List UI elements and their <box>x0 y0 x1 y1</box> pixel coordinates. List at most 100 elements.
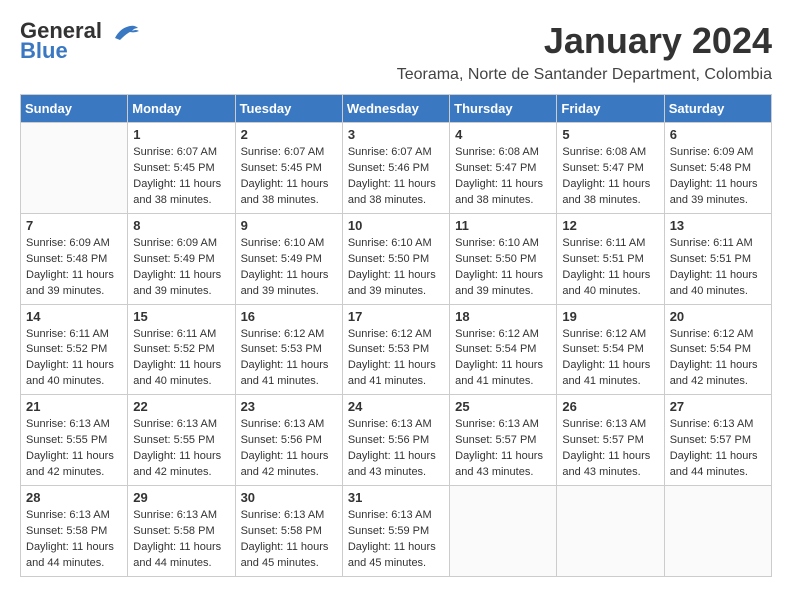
calendar-header-row: SundayMondayTuesdayWednesdayThursdayFrid… <box>21 95 772 123</box>
day-number: 18 <box>455 309 551 324</box>
calendar-cell: 23 Sunrise: 6:13 AM Sunset: 5:56 PM Dayli… <box>235 395 342 486</box>
calendar-cell: 7 Sunrise: 6:09 AM Sunset: 5:48 PM Daylig… <box>21 213 128 304</box>
day-number: 25 <box>455 399 551 414</box>
calendar-cell: 24 Sunrise: 6:13 AM Sunset: 5:56 PM Dayli… <box>342 395 449 486</box>
title-section: January 2024 Teorama, Norte de Santander… <box>397 20 772 84</box>
calendar-cell: 3 Sunrise: 6:07 AM Sunset: 5:46 PM Daylig… <box>342 123 449 214</box>
day-number: 26 <box>562 399 658 414</box>
day-info: Sunrise: 6:13 AM Sunset: 5:58 PM Dayligh… <box>26 508 122 572</box>
day-info: Sunrise: 6:09 AM Sunset: 5:49 PM Dayligh… <box>133 236 229 300</box>
day-number: 4 <box>455 127 551 142</box>
day-number: 20 <box>670 309 766 324</box>
day-info: Sunrise: 6:12 AM Sunset: 5:54 PM Dayligh… <box>455 327 551 391</box>
calendar-cell: 31 Sunrise: 6:13 AM Sunset: 5:59 PM Dayli… <box>342 486 449 577</box>
day-number: 2 <box>241 127 337 142</box>
day-info: Sunrise: 6:09 AM Sunset: 5:48 PM Dayligh… <box>26 236 122 300</box>
calendar-week-row: 1Sunrise: 6:07 AM Sunset: 5:45 PM Daylig… <box>21 123 772 214</box>
calendar-cell <box>557 486 664 577</box>
day-info: Sunrise: 6:10 AM Sunset: 5:50 PM Dayligh… <box>348 236 444 300</box>
calendar-header-monday: Monday <box>128 95 235 123</box>
day-info: Sunrise: 6:13 AM Sunset: 5:55 PM Dayligh… <box>133 417 229 481</box>
calendar-week-row: 28 Sunrise: 6:13 AM Sunset: 5:58 PM Dayli… <box>21 486 772 577</box>
day-number: 19 <box>562 309 658 324</box>
day-info: Sunrise: 6:12 AM Sunset: 5:54 PM Dayligh… <box>670 327 766 391</box>
calendar-cell: 11Sunrise: 6:10 AM Sunset: 5:50 PM Dayli… <box>450 213 557 304</box>
day-number: 22 <box>133 399 229 414</box>
calendar-cell: 22 Sunrise: 6:13 AM Sunset: 5:55 PM Dayli… <box>128 395 235 486</box>
calendar-header-saturday: Saturday <box>664 95 771 123</box>
day-info: Sunrise: 6:12 AM Sunset: 5:54 PM Dayligh… <box>562 327 658 391</box>
calendar-cell: 14 Sunrise: 6:11 AM Sunset: 5:52 PM Dayli… <box>21 304 128 395</box>
calendar-cell: 28 Sunrise: 6:13 AM Sunset: 5:58 PM Dayli… <box>21 486 128 577</box>
calendar-cell: 25 Sunrise: 6:13 AM Sunset: 5:57 PM Dayli… <box>450 395 557 486</box>
day-info: Sunrise: 6:11 AM Sunset: 5:52 PM Dayligh… <box>133 327 229 391</box>
day-number: 7 <box>26 218 122 233</box>
day-info: Sunrise: 6:07 AM Sunset: 5:45 PM Dayligh… <box>133 145 229 209</box>
day-info: Sunrise: 6:08 AM Sunset: 5:47 PM Dayligh… <box>455 145 551 209</box>
calendar-cell: 13Sunrise: 6:11 AM Sunset: 5:51 PM Dayli… <box>664 213 771 304</box>
calendar-cell: 17 Sunrise: 6:12 AM Sunset: 5:53 PM Dayli… <box>342 304 449 395</box>
day-number: 13 <box>670 218 766 233</box>
day-number: 9 <box>241 218 337 233</box>
calendar-header-tuesday: Tuesday <box>235 95 342 123</box>
calendar-cell <box>450 486 557 577</box>
logo-blue: Blue <box>20 40 140 62</box>
calendar-cell: 19 Sunrise: 6:12 AM Sunset: 5:54 PM Dayli… <box>557 304 664 395</box>
day-info: Sunrise: 6:13 AM Sunset: 5:58 PM Dayligh… <box>133 508 229 572</box>
day-number: 24 <box>348 399 444 414</box>
day-info: Sunrise: 6:08 AM Sunset: 5:47 PM Dayligh… <box>562 145 658 209</box>
calendar-cell: 16Sunrise: 6:12 AM Sunset: 5:53 PM Dayli… <box>235 304 342 395</box>
calendar-cell: 8Sunrise: 6:09 AM Sunset: 5:49 PM Daylig… <box>128 213 235 304</box>
calendar-cell: 20 Sunrise: 6:12 AM Sunset: 5:54 PM Dayli… <box>664 304 771 395</box>
day-number: 10 <box>348 218 444 233</box>
calendar-cell <box>664 486 771 577</box>
calendar-cell: 29 Sunrise: 6:13 AM Sunset: 5:58 PM Dayli… <box>128 486 235 577</box>
calendar-cell: 4 Sunrise: 6:08 AM Sunset: 5:47 PM Daylig… <box>450 123 557 214</box>
day-info: Sunrise: 6:11 AM Sunset: 5:51 PM Dayligh… <box>562 236 658 300</box>
calendar-header-sunday: Sunday <box>21 95 128 123</box>
day-number: 3 <box>348 127 444 142</box>
day-info: Sunrise: 6:12 AM Sunset: 5:53 PM Dayligh… <box>348 327 444 391</box>
page-header: General Blue January 2024 Teorama, Norte… <box>20 20 772 84</box>
day-info: Sunrise: 6:07 AM Sunset: 5:46 PM Dayligh… <box>348 145 444 209</box>
day-info: Sunrise: 6:13 AM Sunset: 5:57 PM Dayligh… <box>455 417 551 481</box>
day-number: 17 <box>348 309 444 324</box>
calendar-cell: 15 Sunrise: 6:11 AM Sunset: 5:52 PM Dayli… <box>128 304 235 395</box>
day-number: 31 <box>348 490 444 505</box>
calendar-week-row: 21 Sunrise: 6:13 AM Sunset: 5:55 PM Dayli… <box>21 395 772 486</box>
day-info: Sunrise: 6:13 AM Sunset: 5:57 PM Dayligh… <box>670 417 766 481</box>
calendar-week-row: 14 Sunrise: 6:11 AM Sunset: 5:52 PM Dayli… <box>21 304 772 395</box>
day-number: 12 <box>562 218 658 233</box>
day-number: 28 <box>26 490 122 505</box>
calendar-header-friday: Friday <box>557 95 664 123</box>
day-number: 14 <box>26 309 122 324</box>
day-number: 15 <box>133 309 229 324</box>
day-info: Sunrise: 6:13 AM Sunset: 5:56 PM Dayligh… <box>348 417 444 481</box>
calendar-cell: 10 Sunrise: 6:10 AM Sunset: 5:50 PM Dayli… <box>342 213 449 304</box>
day-info: Sunrise: 6:13 AM Sunset: 5:57 PM Dayligh… <box>562 417 658 481</box>
page-subtitle: Teorama, Norte de Santander Department, … <box>397 66 772 84</box>
day-number: 23 <box>241 399 337 414</box>
day-number: 6 <box>670 127 766 142</box>
page-title: January 2024 <box>397 20 772 62</box>
day-info: Sunrise: 6:11 AM Sunset: 5:52 PM Dayligh… <box>26 327 122 391</box>
day-info: Sunrise: 6:09 AM Sunset: 5:48 PM Dayligh… <box>670 145 766 209</box>
calendar-cell: 12 Sunrise: 6:11 AM Sunset: 5:51 PM Dayli… <box>557 213 664 304</box>
day-info: Sunrise: 6:13 AM Sunset: 5:56 PM Dayligh… <box>241 417 337 481</box>
calendar-header-thursday: Thursday <box>450 95 557 123</box>
calendar-cell: 21 Sunrise: 6:13 AM Sunset: 5:55 PM Dayli… <box>21 395 128 486</box>
day-number: 29 <box>133 490 229 505</box>
day-info: Sunrise: 6:12 AM Sunset: 5:53 PM Dayligh… <box>241 327 337 391</box>
day-info: Sunrise: 6:13 AM Sunset: 5:59 PM Dayligh… <box>348 508 444 572</box>
calendar-table: SundayMondayTuesdayWednesdayThursdayFrid… <box>20 94 772 577</box>
calendar-cell: 2Sunrise: 6:07 AM Sunset: 5:45 PM Daylig… <box>235 123 342 214</box>
calendar-cell: 18 Sunrise: 6:12 AM Sunset: 5:54 PM Dayli… <box>450 304 557 395</box>
calendar-cell: 27Sunrise: 6:13 AM Sunset: 5:57 PM Dayli… <box>664 395 771 486</box>
day-info: Sunrise: 6:10 AM Sunset: 5:49 PM Dayligh… <box>241 236 337 300</box>
calendar-week-row: 7 Sunrise: 6:09 AM Sunset: 5:48 PM Daylig… <box>21 213 772 304</box>
calendar-cell <box>21 123 128 214</box>
day-number: 21 <box>26 399 122 414</box>
day-number: 11 <box>455 218 551 233</box>
day-info: Sunrise: 6:13 AM Sunset: 5:55 PM Dayligh… <box>26 417 122 481</box>
calendar-cell: 5Sunrise: 6:08 AM Sunset: 5:47 PM Daylig… <box>557 123 664 214</box>
